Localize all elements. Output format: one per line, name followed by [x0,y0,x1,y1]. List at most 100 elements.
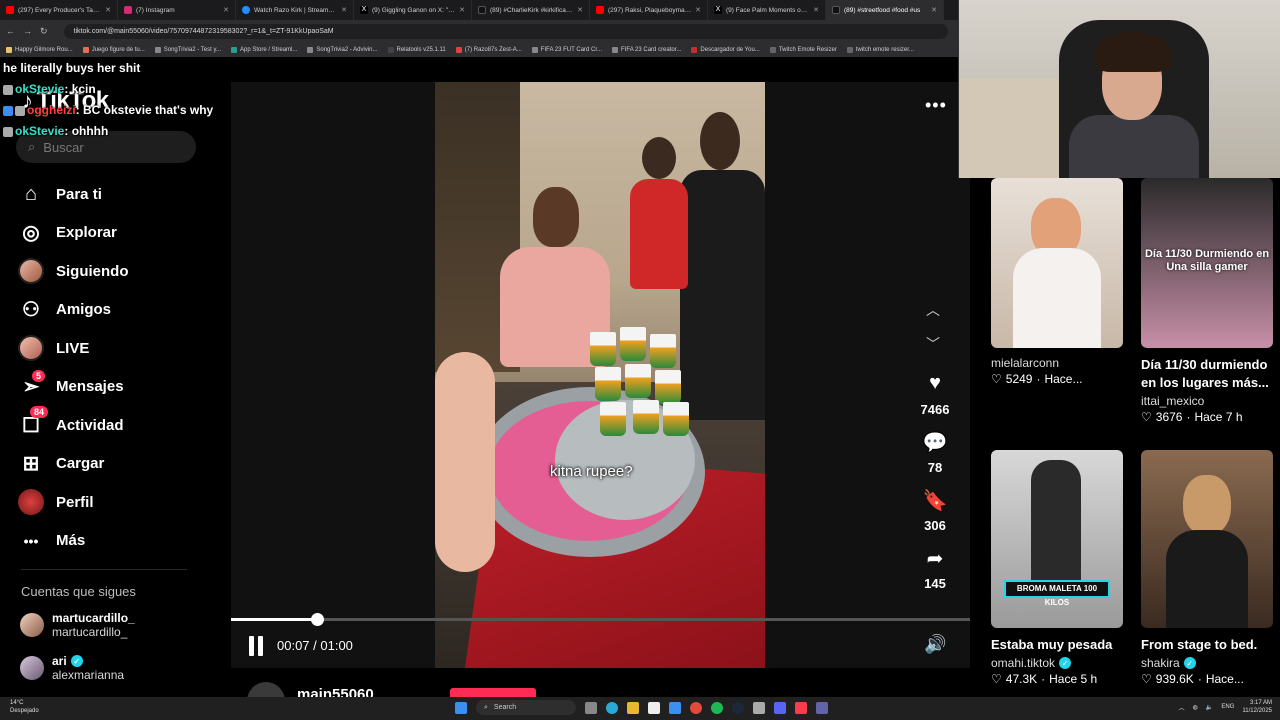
url-input[interactable]: tiktok.com/@main55060/video/757097448723… [63,23,948,39]
clock[interactable]: 3:17 AM 11/12/2025 [1242,699,1272,715]
progress-fill [231,618,318,621]
photos-icon[interactable] [648,701,660,714]
save-button[interactable]: 🔖 306 [910,488,960,533]
pause-button[interactable] [249,636,267,658]
heart-icon: ♡ [1141,410,1152,424]
video-card[interactable]: From stage to bed. shakira ✓ ♡ 939.6K · Hace… [1141,450,1273,686]
bookmark-item[interactable]: FIFA 23 FUT Card Cr... [531,46,602,53]
chevron-up-icon[interactable]: ︿ [1179,703,1185,712]
steam-icon[interactable] [732,701,744,714]
verified-icon: ✓ [1059,657,1072,669]
share-button[interactable]: ➦ 145 [910,546,960,591]
bookmark-item[interactable]: SongTrivia2 - Advivin... [307,46,378,53]
activity-badge: 84 [30,406,49,419]
bookmark-item[interactable]: Happy Gilmore Rou... [6,46,73,53]
taskbar-search[interactable]: ⌕ Search [476,700,576,715]
close-icon[interactable]: ✕ [813,6,819,14]
speaker-icon[interactable]: 🔈 [1206,704,1213,711]
bookmark-icon: 🔖 [922,490,948,512]
browser-tab[interactable]: (297) Every Producer's Tag - Yo ✕ [0,0,118,20]
sidebar-item-mas[interactable]: ••• Más [18,522,129,561]
weather-widget[interactable]: 14°C Despejado [10,699,39,715]
bookmark-item[interactable]: FIFA 23 Card creator... [612,46,681,53]
close-icon[interactable]: ✕ [459,6,465,14]
bookmark-icon [455,46,462,53]
browser-tab-active[interactable]: (89) #streetfood #food #us ✕ [826,0,944,20]
sidebar-item-mensajes[interactable]: ➣ 5 Mensajes [18,368,129,407]
file-explorer-icon[interactable] [627,701,639,714]
video-thumbnail[interactable] [1141,450,1273,628]
browser-tab[interactable]: Watch Razo Kirk | Streamable ✕ [236,0,354,20]
windows-start-icon[interactable] [455,701,467,714]
messages-badge: 5 [32,369,46,382]
x-icon: X [360,6,368,14]
video-card[interactable]: mielalarconn ♡ 5249 · Hace... [991,178,1123,386]
browser-tab-bar: (297) Every Producer's Tag - Yo ✕ (7) Ins… [0,0,958,20]
progress-bar[interactable] [231,613,970,626]
following-item[interactable]: martucardillo_ martucardillo_ [20,611,135,639]
store-icon[interactable] [669,701,681,714]
browser-tab[interactable]: (7) Instagram ✕ [118,0,236,20]
bookmark-item[interactable]: App Store / Streaml... [231,46,297,53]
close-icon[interactable]: ✕ [105,6,111,14]
volume-icon[interactable]: 🔊 [924,634,946,655]
video-thumbnail[interactable] [991,178,1123,348]
reload-icon[interactable]: ↻ [40,26,48,37]
video-thumbnail[interactable]: Día 11/30 Durmiendo en Una silla gamer [1141,178,1273,348]
close-icon[interactable]: ✕ [931,6,937,14]
video-frame[interactable] [435,82,765,668]
browser-tab[interactable]: X (9) Face Palm Moments on X: " ✕ [708,0,826,20]
sidebar-item-para-ti[interactable]: ⌂ Para ti [18,175,129,214]
heart-icon: ♡ [1141,672,1152,686]
edge-icon[interactable] [606,701,618,714]
sidebar-item-siguiendo[interactable]: Siguiendo [18,252,129,291]
task-view-icon[interactable] [585,701,597,714]
bookmark-icon [691,46,698,53]
bookmark-item[interactable]: SongTrivia2 - Test y... [154,46,221,53]
bookmark-item[interactable]: Relatools v25.1.11 [387,46,446,53]
close-icon[interactable]: ✕ [577,6,583,14]
x-icon: X [714,6,722,14]
sidebar-item-cargar[interactable]: ⊞ Cargar [18,445,129,484]
app-icon[interactable] [753,701,765,714]
following-item[interactable]: ari ✓ alexmarianna [20,654,124,682]
bookmark-item[interactable]: Juego figure de tu... [82,46,145,53]
browser-tab[interactable]: X (9) Giggling Ganon on X: "I litt ✕ [354,0,472,20]
chevron-up-icon[interactable]: ︿ [926,300,940,320]
network-icon[interactable]: ◍ [1193,704,1198,711]
browser-tab[interactable]: (89) #CharlieKirk #kirkification ✕ [472,0,590,20]
sidebar-item-amigos[interactable]: ⚇ Amigos [18,291,129,330]
music-icon[interactable] [795,701,807,714]
divider [21,569,187,570]
chevron-down-icon[interactable]: ﹀ [926,334,940,354]
teams-icon[interactable] [816,701,828,714]
sidebar-item-live[interactable]: LIVE [18,329,129,368]
video-card[interactable]: Día 11/30 Durmiendo en Una silla gamer D… [1141,178,1273,424]
close-icon[interactable]: ✕ [223,6,229,14]
close-icon[interactable]: ✕ [695,6,701,14]
sidebar-item-actividad[interactable]: ☐ 84 Actividad [18,406,129,445]
browser-tab[interactable]: (297) Raksi, Plaqueboymax & I ✕ [590,0,708,20]
video-card[interactable]: BROMA MALETA 100 KILOS Estaba muy pesada… [991,450,1123,686]
sidebar-item-perfil[interactable]: Perfil [18,483,129,522]
video-thumbnail[interactable]: BROMA MALETA 100 KILOS [991,450,1123,628]
back-icon[interactable]: ← [6,26,15,36]
spotify-icon[interactable] [711,701,723,714]
more-options-icon[interactable]: ••• [925,95,947,116]
heart-icon: ♡ [991,672,1002,686]
bookmark-item[interactable]: Twitch Emote Resizer [769,46,837,53]
streamable-icon [242,6,250,14]
comment-button[interactable]: 💬 78 [910,430,960,475]
friends-icon: ⚇ [22,299,40,322]
search-icon: ⌕ [484,703,488,711]
bookmark-item[interactable]: Descargador de You... [691,46,760,53]
bookmark-item[interactable]: twitch emote resizer... [846,46,914,53]
discord-icon[interactable] [774,701,786,714]
taskbar: 14°C Despejado ⌕ Search ︿ ◍ 🔈 ENG 3:17 AM 1… [0,697,1280,720]
sidebar-item-explorar[interactable]: ◎ Explorar [18,214,129,253]
close-icon[interactable]: ✕ [341,6,347,14]
bookmark-item[interactable]: (7) Razo87s Zest-A... [455,46,522,53]
forward-icon[interactable]: → [23,26,32,36]
like-button[interactable]: ♥ 7466 [910,372,960,417]
chrome-icon[interactable] [690,701,702,714]
